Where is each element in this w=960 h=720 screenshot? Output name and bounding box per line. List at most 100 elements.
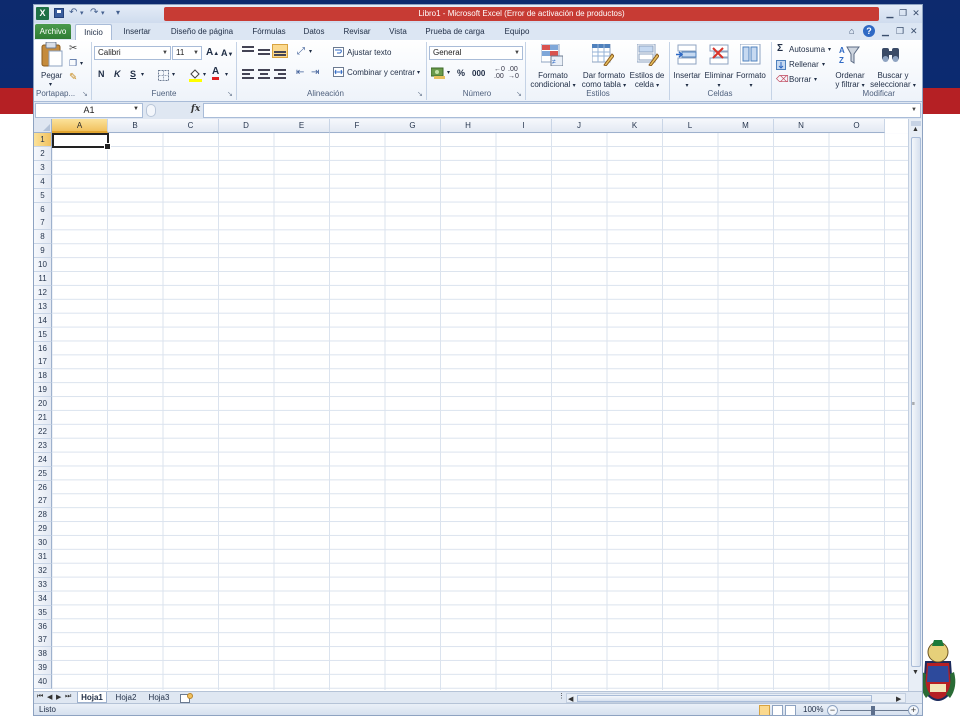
last-sheet-icon[interactable]: ⏭ <box>65 693 71 701</box>
undo-dropdown-icon[interactable]: ▾ <box>80 9 84 17</box>
orientation-icon[interactable]: ⤢ <box>297 46 305 57</box>
window-close-icon[interactable]: ✕ <box>910 26 918 37</box>
format-cells-icon[interactable] <box>740 44 762 66</box>
column-header-k[interactable]: K <box>607 119 663 133</box>
row-header-29[interactable]: 29 <box>34 522 52 537</box>
column-header-g[interactable]: G <box>385 119 441 133</box>
tab-data[interactable]: Datos <box>299 24 329 40</box>
row-header-12[interactable]: 12 <box>34 285 52 300</box>
sheet-tab-hoja3[interactable]: Hoja3 <box>145 692 173 703</box>
fill-icon[interactable] <box>776 60 786 70</box>
decrease-indent-icon[interactable]: ⇤ <box>296 67 304 78</box>
row-header-5[interactable]: 5 <box>34 188 52 203</box>
tab-load-test[interactable]: Prueba de carga <box>422 24 488 40</box>
column-header-n[interactable]: N <box>773 119 830 133</box>
cell-styles-icon[interactable] <box>637 44 659 66</box>
clear-button[interactable]: Borrar <box>789 75 811 84</box>
row-header-32[interactable]: 32 <box>34 563 52 578</box>
restore-icon[interactable]: ❐ <box>897 8 909 19</box>
row-header-9[interactable]: 9 <box>34 244 52 259</box>
window-restore-icon[interactable]: ❐ <box>896 26 904 37</box>
tab-view[interactable]: Vista <box>384 24 412 40</box>
redo-dropdown-icon[interactable]: ▾ <box>101 9 105 17</box>
row-header-15[interactable]: 15 <box>34 327 52 342</box>
align-right-icon[interactable] <box>274 69 286 79</box>
row-header-19[interactable]: 19 <box>34 383 52 398</box>
formula-bar-resize-icon[interactable] <box>146 104 156 117</box>
conditional-format-icon[interactable]: ≠ <box>541 44 563 66</box>
tab-home[interactable]: Inicio <box>75 24 112 40</box>
customize-toolbar-icon[interactable]: ▾ <box>116 8 120 17</box>
row-header-7[interactable]: 7 <box>34 216 52 231</box>
row-header-11[interactable]: 11 <box>34 272 52 286</box>
row-header-35[interactable]: 35 <box>34 605 52 620</box>
font-color-dropdown-icon[interactable]: ▾ <box>225 71 228 78</box>
borders-icon[interactable] <box>158 70 169 81</box>
horizontal-scroll-thumb[interactable] <box>577 695 872 702</box>
close-icon[interactable]: ✕ <box>910 8 922 19</box>
insert-sheet-icon[interactable] <box>180 693 193 703</box>
conditional-format-button[interactable]: Formato condicional ▾ <box>528 71 578 91</box>
underline-button[interactable]: S <box>130 69 136 79</box>
sheet-tab-hoja1[interactable]: Hoja1 <box>77 692 107 703</box>
font-name-select[interactable]: Calibri ▼ <box>94 46 171 60</box>
align-center-icon[interactable] <box>258 69 270 79</box>
row-header-24[interactable]: 24 <box>34 452 52 467</box>
tab-team[interactable]: Equipo <box>498 24 536 40</box>
row-header-10[interactable]: 10 <box>34 258 52 273</box>
insert-cells-icon[interactable] <box>676 44 698 66</box>
column-header-j[interactable]: J <box>551 119 608 133</box>
find-select-button[interactable]: Buscar y seleccionar ▾ <box>868 71 918 91</box>
row-header-8[interactable]: 8 <box>34 230 52 245</box>
column-header-l[interactable]: L <box>662 119 719 133</box>
row-header-25[interactable]: 25 <box>34 466 52 481</box>
row-header-30[interactable]: 30 <box>34 536 52 551</box>
zoom-level[interactable]: 100% <box>803 705 823 714</box>
increase-indent-icon[interactable]: ⇥ <box>311 67 319 78</box>
horizontal-scrollbar[interactable]: ◀ ▶ <box>566 693 906 703</box>
column-header-a[interactable]: A <box>52 119 108 133</box>
row-header-22[interactable]: 22 <box>34 424 52 439</box>
percent-button[interactable]: % <box>457 68 465 78</box>
name-box-dropdown-icon[interactable]: ▼ <box>133 106 139 112</box>
row-header-2[interactable]: 2 <box>34 146 52 161</box>
row-header-31[interactable]: 31 <box>34 550 52 564</box>
tab-formulas[interactable]: Fórmulas <box>248 24 290 40</box>
clear-icon[interactable]: ⌫ <box>776 74 789 85</box>
row-header-27[interactable]: 27 <box>34 494 52 509</box>
copy-dropdown-icon[interactable]: ▾ <box>80 60 83 67</box>
column-header-f[interactable]: F <box>329 119 386 133</box>
paste-dropdown-icon[interactable]: ▾ <box>49 81 52 88</box>
sort-filter-button[interactable]: Ordenar y filtrar ▾ <box>830 71 870 91</box>
zoom-slider-thumb[interactable] <box>871 706 875 715</box>
column-header-d[interactable]: D <box>218 119 275 133</box>
row-header-23[interactable]: 23 <box>34 438 52 453</box>
cut-icon[interactable]: ✂ <box>69 43 77 54</box>
row-header-37[interactable]: 37 <box>34 633 52 648</box>
select-all-button[interactable] <box>34 119 52 133</box>
orientation-dropdown-icon[interactable]: ▾ <box>309 48 312 55</box>
autosum-icon[interactable]: Σ <box>777 43 783 54</box>
insert-function-icon[interactable]: fx <box>191 104 200 114</box>
paste-icon[interactable] <box>40 42 64 68</box>
row-header-16[interactable]: 16 <box>34 341 52 356</box>
autosum-button[interactable]: Autosuma <box>789 45 825 54</box>
alignment-launcher-icon[interactable]: ↘ <box>417 90 423 98</box>
window-minimize-icon[interactable]: ▁ <box>882 26 889 37</box>
borders-dropdown-icon[interactable]: ▾ <box>172 71 175 78</box>
undo-icon[interactable]: ↶ <box>69 7 77 18</box>
number-launcher-icon[interactable]: ↘ <box>516 90 522 98</box>
scroll-left-icon[interactable]: ◀ <box>568 695 573 703</box>
column-header-c[interactable]: C <box>163 119 219 133</box>
column-header-b[interactable]: B <box>107 119 164 133</box>
row-header-40[interactable]: 40 <box>34 675 52 690</box>
tab-split-icon[interactable]: ⋮ <box>558 692 565 700</box>
page-layout-view-icon[interactable] <box>772 705 783 715</box>
fill-color-icon[interactable] <box>189 68 202 82</box>
first-sheet-icon[interactable]: ⏮ <box>37 693 43 701</box>
column-header-o[interactable]: O <box>829 119 885 133</box>
thousands-button[interactable]: 000 <box>472 69 485 78</box>
merge-dropdown-icon[interactable]: ▾ <box>417 69 420 76</box>
minimize-ribbon-icon[interactable]: ⌂ <box>849 26 854 36</box>
font-size-select[interactable]: 11 ▼ <box>172 46 202 60</box>
